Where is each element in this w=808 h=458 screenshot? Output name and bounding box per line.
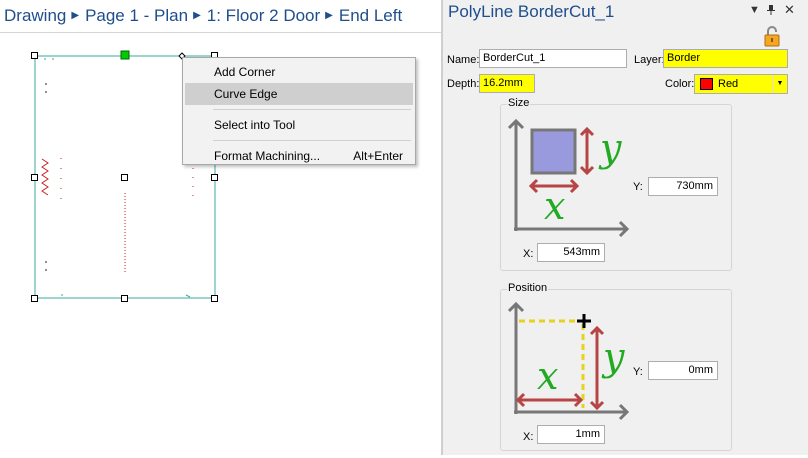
position-y-field[interactable]: 0mm xyxy=(648,361,718,380)
svg-text:x: x xyxy=(544,184,565,228)
edge-ticks-green xyxy=(44,58,191,298)
menu-separator xyxy=(213,140,411,141)
layer-label: Layer: xyxy=(634,54,665,66)
handle-bottom-center xyxy=(121,295,128,302)
pin-icon[interactable] xyxy=(766,4,776,18)
position-x-label: X: xyxy=(523,431,534,443)
color-label: Color: xyxy=(665,78,695,90)
svg-text:y: y xyxy=(598,126,622,170)
handle-bottom-left xyxy=(31,295,38,302)
triangle-right-icon: ▶ xyxy=(71,9,80,21)
position-y-label: Y: xyxy=(633,366,643,378)
panel-title: PolyLine BorderCut_1 xyxy=(448,2,615,21)
breadcrumb-item-view[interactable]: End Left xyxy=(339,6,402,26)
handle-top-center-selected[interactable] xyxy=(120,50,130,60)
triangle-down-icon[interactable]: ▼ xyxy=(772,75,787,93)
name-field[interactable]: BorderCut_1 xyxy=(479,49,627,68)
name-label: Name: xyxy=(447,54,480,66)
color-select[interactable]: Red ▼ xyxy=(694,74,788,94)
depth-label: Depth: xyxy=(447,78,480,90)
context-menu: Add Corner Curve Edge Select into Tool F… xyxy=(182,57,416,165)
menu-item-add-corner[interactable]: Add Corner xyxy=(185,61,413,83)
handle-center xyxy=(121,174,128,181)
menu-item-format-machining[interactable]: Format Machining... Alt+Enter xyxy=(185,145,413,167)
svg-text:x: x xyxy=(537,354,558,398)
handle-middle-right xyxy=(211,174,218,181)
menu-item-select-into-tool[interactable]: Select into Tool xyxy=(185,114,413,136)
layer-field[interactable]: Border xyxy=(663,49,788,68)
size-x-field[interactable]: 543mm xyxy=(537,243,605,262)
breadcrumb: Drawing ▶ Page 1 - Plan ▶ 1: Floor 2 Doo… xyxy=(0,0,441,32)
machining-marks xyxy=(41,158,194,273)
triangle-down-icon[interactable]: ▼ xyxy=(749,4,760,16)
breadcrumb-item-page[interactable]: Page 1 - Plan xyxy=(85,6,188,26)
depth-field[interactable]: 16.2mm xyxy=(479,74,535,93)
size-y-label: Y: xyxy=(633,181,643,193)
close-icon[interactable]: ✕ xyxy=(784,2,795,18)
menu-item-curve-edge[interactable]: Curve Edge xyxy=(185,83,413,105)
handle-top-left xyxy=(31,52,38,59)
breadcrumb-item-part[interactable]: 1: Floor 2 Door xyxy=(207,6,320,26)
position-group-title: Position xyxy=(507,282,549,294)
menu-shortcut: Alt+Enter xyxy=(353,149,403,163)
color-swatch xyxy=(700,78,713,90)
size-group-title: Size xyxy=(507,97,531,109)
padlock-icon[interactable] xyxy=(763,25,781,47)
handle-bottom-right xyxy=(211,295,218,302)
menu-separator xyxy=(213,109,411,110)
svg-text:y: y xyxy=(601,335,625,379)
properties-panel: PolyLine BorderCut_1 ▼ ✕ Name: BorderCut… xyxy=(443,0,808,455)
position-x-field[interactable]: 1mm xyxy=(537,425,605,444)
breadcrumb-item-drawing[interactable]: Drawing xyxy=(4,6,66,26)
size-y-field[interactable]: 730mm xyxy=(648,177,718,196)
triangle-right-icon: ▶ xyxy=(325,9,333,21)
triangle-right-icon: ▶ xyxy=(193,9,201,21)
handle-middle-left xyxy=(31,174,38,181)
size-x-label: X: xyxy=(523,248,534,260)
